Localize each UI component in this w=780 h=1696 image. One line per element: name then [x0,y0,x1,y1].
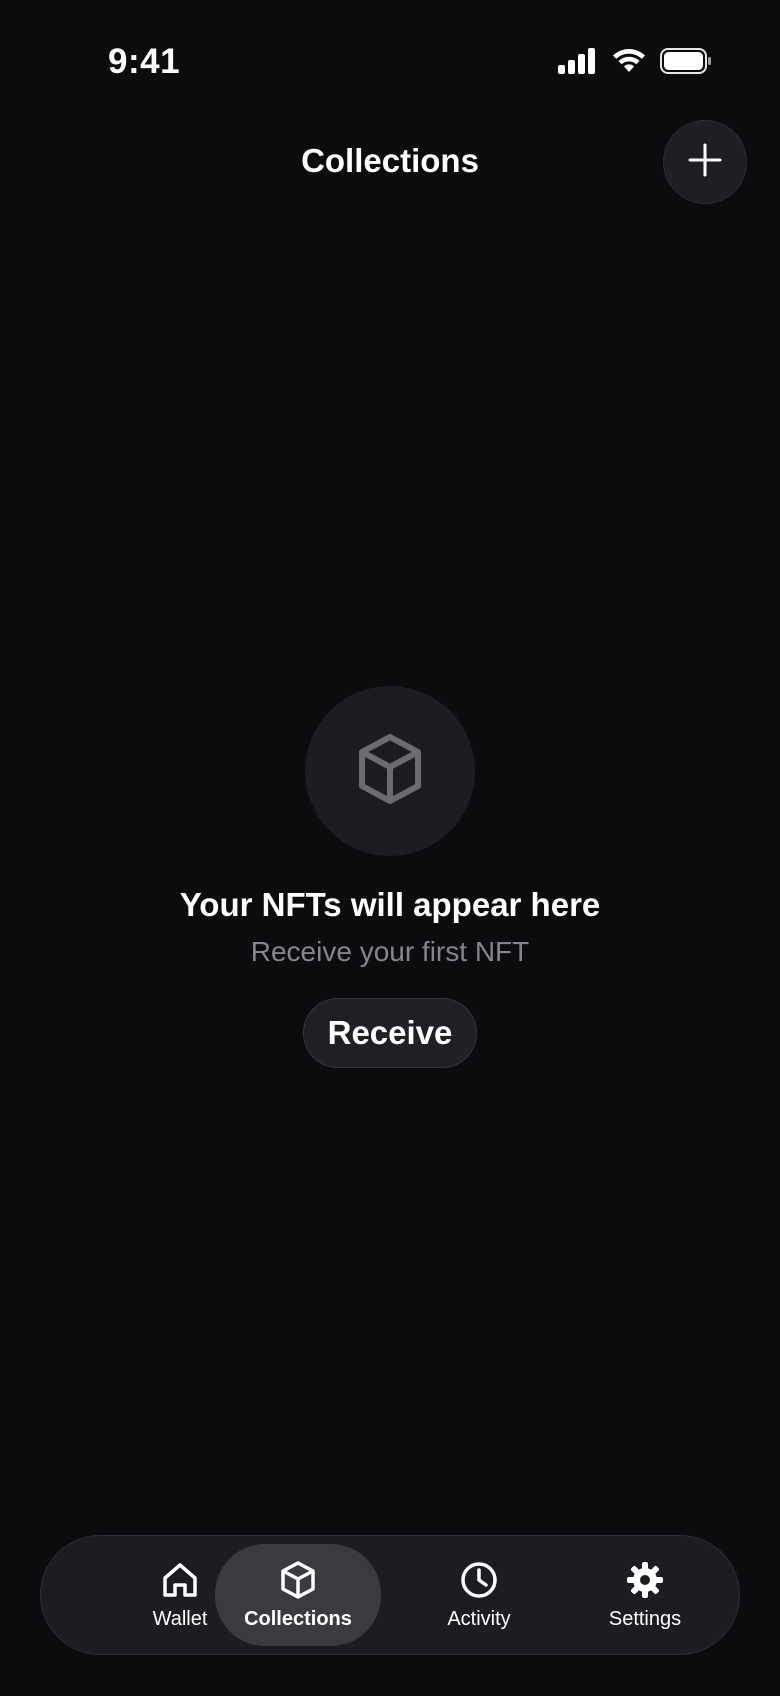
gear-icon [625,1560,665,1600]
receive-button[interactable]: Receive [302,998,478,1068]
empty-state: Your NFTs will appear here Receive your … [0,686,780,1068]
plus-icon [687,142,723,183]
cube-icon [278,1560,318,1600]
tab-settings-label: Settings [608,1607,682,1630]
empty-icon-container [305,686,475,856]
status-icons [558,48,712,79]
add-collection-button[interactable] [663,120,747,204]
tab-bar: Wallet Collections Activity Settings [40,1535,740,1655]
empty-state-title: Your NFTs will appear here [179,886,601,923]
tab-settings[interactable]: Settings [562,1544,728,1646]
clock-icon [459,1560,499,1600]
tab-wallet-label: Wallet [152,1607,208,1630]
tab-activity[interactable]: Activity [396,1544,562,1646]
status-time: 9:41 [108,42,181,81]
tab-collections[interactable]: Collections [215,1544,381,1646]
battery-icon [660,48,712,79]
home-icon [160,1560,200,1600]
tab-collections-label: Collections [244,1607,352,1630]
status-bar: 9:41 [0,0,780,120]
tab-activity-label: Activity [447,1607,511,1630]
cube-icon [355,732,425,811]
empty-state-subtitle: Receive your first NFT [250,936,530,967]
wifi-icon [612,48,646,79]
signal-icon [558,48,598,79]
